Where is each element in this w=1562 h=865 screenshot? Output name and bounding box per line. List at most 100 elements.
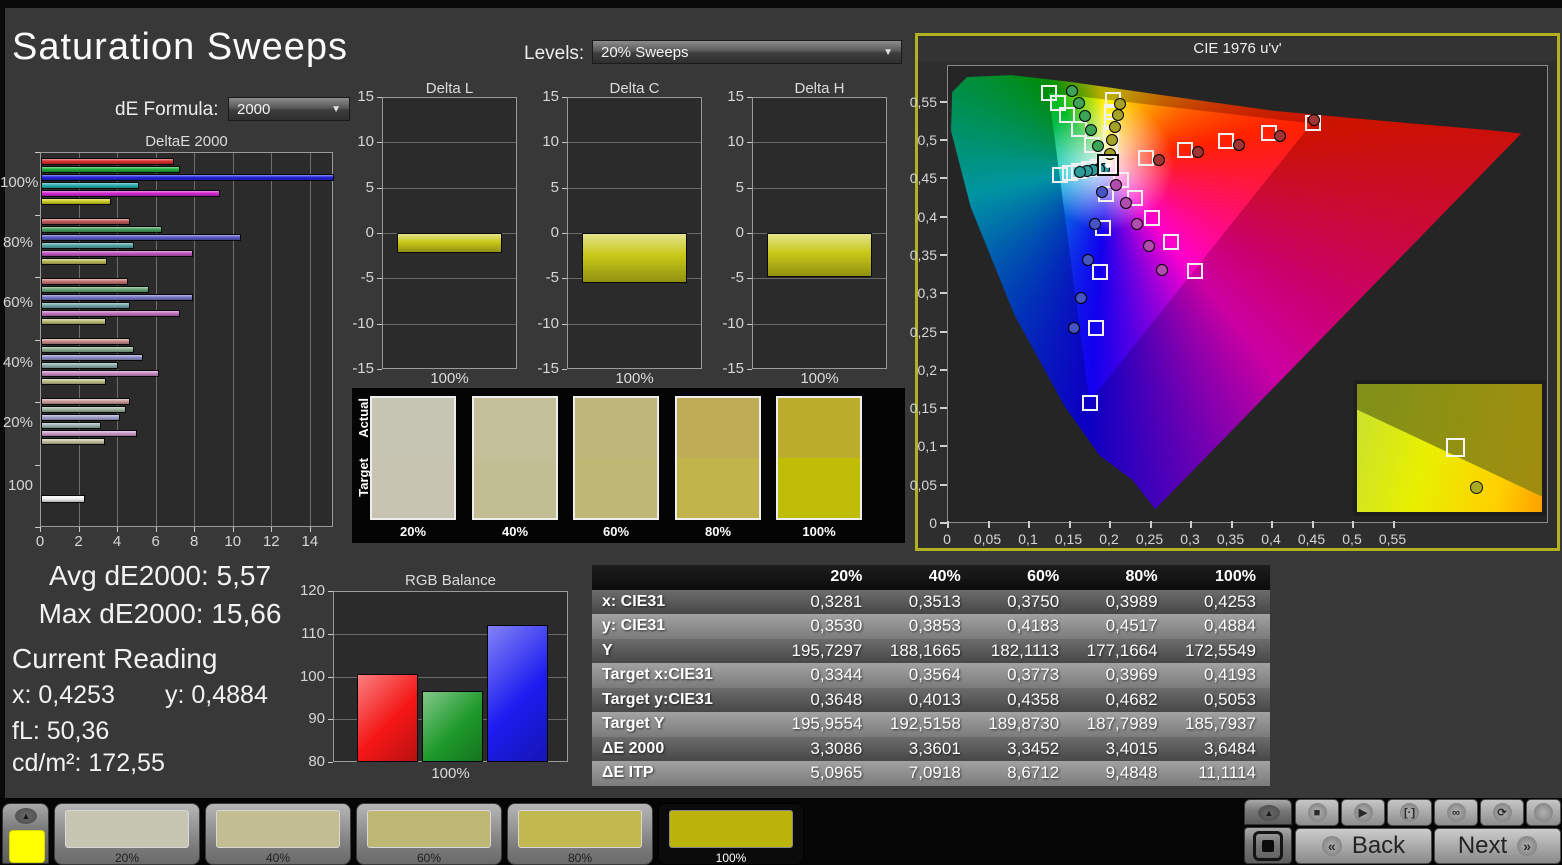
levels-value: 20% Sweeps (601, 43, 689, 61)
x-tick (1392, 521, 1395, 528)
group-label: 20% (2, 414, 33, 431)
table-cell: 3,6484 (1203, 738, 1256, 758)
patch-button-60%[interactable]: 60% (356, 803, 502, 865)
table-row[interactable]: ΔE 2000 3,3086 3,3601 3,3452 3,4015 3,6484 (592, 736, 1270, 761)
y-tick (377, 369, 382, 370)
swatch-actual-20% (372, 398, 454, 458)
x-tick (1149, 521, 1152, 528)
x-tick (40, 527, 41, 532)
table-row-label: x: CIE31 (602, 592, 666, 610)
table-row[interactable]: x: CIE31 0,3281 0,3513 0,3750 0,3989 0,4253 (592, 589, 1270, 614)
patch-swatch (518, 810, 642, 848)
y-tick-label: 15 (542, 88, 559, 105)
table-row-label: Target Y (602, 715, 665, 732)
table-cell: 189,8730 (988, 714, 1060, 733)
patch-swatch (367, 810, 491, 848)
y-tick (328, 633, 333, 635)
table-cell: 0,3344 (810, 665, 863, 684)
table-cell: 182,1113 (990, 640, 1060, 660)
pattern-window-toggle[interactable]: ▲ (1244, 799, 1292, 825)
x-tick (194, 527, 196, 532)
patch-button-40%[interactable]: 40% (205, 803, 351, 865)
next-button[interactable]: Next » (1434, 828, 1561, 864)
pattern-display-button[interactable] (1244, 827, 1292, 864)
deltae-bar-white-100 (41, 495, 86, 503)
table-row[interactable]: Target y:CIE31 0,3648 0,4013 0,4358 0,4682 0,… (592, 687, 1270, 712)
cie-measured-cyan-100% (1074, 165, 1087, 178)
current-patch-tile[interactable]: ▲ (2, 803, 49, 864)
x-tick-label: 6 (151, 533, 160, 550)
table-cell: 0,3530 (810, 616, 863, 635)
y-tick-label: -10 (722, 314, 744, 332)
x-tick (947, 521, 949, 528)
table-row[interactable]: Y 195,7297 188,1665 182,1113 177,1664 172,554… (592, 638, 1270, 663)
table-cell: 7,0918 (908, 763, 961, 782)
blank-button[interactable] (1526, 799, 1561, 826)
gridline (753, 187, 886, 189)
actual-row-label: Actual (356, 398, 371, 438)
y-tick (940, 483, 947, 486)
x-tick (987, 521, 990, 528)
rgb-bar-blue (487, 624, 548, 762)
y-tick (562, 142, 567, 144)
levels-dropdown[interactable]: 20% Sweeps ▼ (592, 40, 902, 64)
y-tick (940, 100, 947, 103)
x-tick-label: 0,5 (1342, 531, 1362, 547)
gridline (383, 187, 516, 189)
table-row-label: y: CIE31 (602, 617, 666, 634)
x-tick-label: 10 (224, 533, 242, 550)
y-tick-label: 0,25 (909, 323, 937, 340)
y-tick-label: 0,55 (909, 93, 937, 110)
y-tick-label: 0,15 (909, 400, 937, 417)
loop-button[interactable]: ⟳ (1480, 799, 1524, 826)
play-button[interactable]: ▶ (1341, 799, 1385, 826)
cie-white-point (1097, 154, 1120, 177)
range-button[interactable]: [·] (1387, 799, 1432, 826)
y-tick (35, 464, 40, 466)
y-tick-label: 15 (357, 88, 374, 105)
delta-h-xlabel: 100% (800, 370, 839, 387)
collapse-arrow-icon[interactable]: ▲ (1258, 805, 1280, 821)
x-tick-label: 0 (35, 533, 45, 550)
table-cell: 0,3989 (1105, 591, 1158, 611)
patch-swatch (669, 810, 793, 848)
y-tick-label: -10 (537, 314, 559, 332)
infinity-button[interactable]: ∞ (1434, 799, 1478, 826)
swatch-100% (776, 396, 862, 520)
y-tick-label: 0,1 (917, 438, 937, 455)
y-tick (747, 278, 752, 280)
y-tick-label: 0,35 (909, 246, 937, 263)
y-tick-label: -15 (352, 360, 374, 377)
y-tick (940, 445, 947, 448)
y-tick-label: 0 (929, 515, 937, 531)
patch-button-20%[interactable]: 20% (54, 803, 200, 865)
swatch-actual-40% (474, 398, 556, 458)
table-cell: 5,0965 (810, 763, 863, 782)
avg-de2000: Avg dE2000: 5,57 (48, 560, 272, 591)
table-row[interactable]: y: CIE31 0,3530 0,3853 0,4183 0,4517 0,4884 (592, 614, 1270, 639)
reading-y: y: 0,4884 (165, 681, 268, 709)
x-tick (1230, 521, 1233, 528)
deltae-bar-magenta-40% (41, 370, 159, 377)
y-tick (562, 369, 567, 370)
delta-h-title: Delta H (794, 80, 845, 97)
table-row[interactable]: ΔE ITP 5,0965 7,0918 8,6712 9,4848 11,1114 (592, 761, 1270, 786)
patch-button-label: 60% (416, 851, 442, 865)
table-row[interactable]: Target x:CIE31 0,3344 0,3564 0,3773 0,3969 0,… (592, 663, 1270, 688)
delta-c-bar (582, 233, 687, 283)
group-label: 40% (2, 354, 33, 371)
collapse-arrow-icon[interactable]: ▲ (15, 808, 37, 824)
cie-target-magenta-60% (1143, 210, 1160, 227)
rgb-balance-xlabel: 100% (431, 765, 470, 782)
patch-button-100%[interactable]: 100% (658, 803, 804, 865)
patch-button-80%[interactable]: 80% (507, 803, 653, 865)
cie-chart (947, 65, 1548, 523)
cie-zoom-inset (1353, 380, 1546, 516)
cie-target-blue-80% (1087, 319, 1104, 336)
back-button[interactable]: « Back (1295, 828, 1432, 864)
de-formula-dropdown[interactable]: 2000 ▼ (228, 97, 350, 121)
stop-button[interactable]: ■ (1295, 799, 1339, 826)
x-tick-label: 0,4 (1261, 531, 1281, 547)
table-row[interactable]: Target Y 195,9554 192,5158 189,8730 187,7989… (592, 712, 1270, 737)
page-title: Saturation Sweeps (12, 26, 348, 68)
